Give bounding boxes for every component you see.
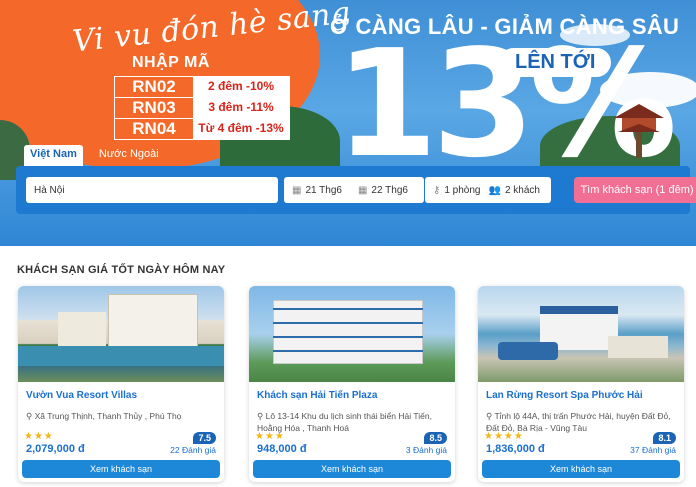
hotel-card[interactable]: Lan Rừng Resort Spa Phước Hải ⚲ Tỉnh lộ … (478, 286, 684, 482)
guests-value: 2 khách (504, 184, 540, 196)
hotel-address: ⚲ Xã Trung Thịnh, Thanh Thủy , Phú Thọ (26, 410, 218, 422)
hotel-photo[interactable] (18, 286, 224, 382)
score-badge: 8.5 (424, 432, 447, 444)
rooms-guests-field[interactable]: ⚷ 1 phòng 👥 2 khách (425, 177, 551, 203)
hotel-address-text: Xã Trung Thịnh, Thanh Thủy , Phú Thọ (34, 411, 182, 421)
view-hotel-button[interactable]: Xem khách sạn (482, 460, 680, 478)
checkin-date: 21 Thg6 (305, 184, 342, 196)
hotel-photo[interactable] (478, 286, 684, 382)
promo-code-heading: NHẬP MÃ (132, 54, 210, 71)
location-pin-icon: ⚲ (26, 411, 35, 421)
hotel-name[interactable]: Khách sạn Hải Tiến Plaza (257, 390, 377, 401)
hotel-card[interactable]: Vườn Vua Resort Villas ⚲ Xã Trung Thịnh,… (18, 286, 224, 482)
hotel-name[interactable]: Lan Rừng Resort Spa Phước Hải (486, 390, 643, 401)
pool (18, 346, 224, 366)
window-row (273, 336, 423, 338)
hotel-address-text: Lô 13-14 Khu du lịch sinh thái biển Hải … (257, 411, 432, 433)
promo-code-row: RN02 2 đêm -10% (114, 76, 290, 98)
star-rating: ★★★ (255, 431, 285, 442)
checkout-date: 22 Thg6 (371, 184, 408, 196)
pagoda-icon (614, 104, 664, 158)
promo-code: RN03 (132, 98, 176, 117)
review-count[interactable]: 3 Đánh giá (406, 445, 447, 455)
guests-icon: 👥 (488, 184, 501, 196)
score-badge: 7.5 (193, 432, 216, 444)
hotel-address: ⚲ Lô 13-14 Khu du lịch sinh thái biển Hả… (257, 410, 449, 434)
date-range-field[interactable]: ▦ 21 Thg6 ▦ 22 Thg6 (284, 177, 424, 203)
hotel-name[interactable]: Vườn Vua Resort Villas (26, 390, 137, 401)
discount-value: 13 (335, 18, 535, 190)
destination-tabs: Việt Nam Nước Ngoài (24, 145, 165, 167)
window-row (273, 322, 423, 324)
destination-value: Hà Nội (34, 184, 65, 196)
star-rating: ★★★★ (484, 431, 524, 442)
upto-badge: LÊN TỚI (499, 48, 612, 77)
calendar-icon: ▦ (292, 184, 302, 196)
hotel-address-text: Tỉnh lộ 44A, thị trấn Phước Hải, huyện Đ… (486, 411, 671, 433)
promo-code: RN04 (132, 119, 176, 138)
destination-field[interactable]: Hà Nội (26, 177, 278, 203)
promo-code-desc: 2 đêm -10% (193, 77, 289, 97)
hotel-card[interactable]: Khách sạn Hải Tiến Plaza ⚲ Lô 13-14 Khu … (249, 286, 455, 482)
hotel-search-bar: Hà Nội ▦ 21 Thg6 ▦ 22 Thg6 ⚷ 1 phòng 👥 2… (16, 166, 696, 214)
hotel-price: 948,000 đ (257, 443, 307, 455)
rooms-value: 1 phòng (444, 184, 481, 196)
promo-code-desc: 3 đêm -11% (193, 98, 289, 118)
tab-foreign[interactable]: Nước Ngoài (93, 145, 165, 167)
window-row (273, 350, 423, 352)
promo-code: RN02 (132, 77, 176, 96)
hotel-photo[interactable] (249, 286, 455, 382)
resort-building (608, 336, 668, 358)
promo-code-desc: Từ 4 đêm -13% (193, 119, 289, 139)
score-badge: 8.1 (653, 432, 676, 444)
star-rating: ★★★ (24, 431, 54, 442)
villa-building (58, 312, 106, 348)
location-pin-icon: ⚲ (257, 411, 266, 421)
calendar-icon: ▦ (357, 184, 368, 196)
promo-banner[interactable]: Vi vu đón hè sang NHẬP MÃ RN02 2 đêm -10… (0, 0, 696, 246)
tab-vietnam[interactable]: Việt Nam (24, 145, 83, 167)
section-title: KHÁCH SẠN GIÁ TỐT NGÀY HÔM NAY (17, 264, 226, 276)
key-icon: ⚷ (433, 184, 441, 196)
search-hotels-button[interactable]: Tìm khách sạn (1 đêm) (574, 177, 696, 203)
hotel-price: 1,836,000 đ (486, 443, 545, 455)
review-count[interactable]: 22 Đánh giá (170, 445, 216, 455)
hotel-price: 2,079,000 đ (26, 443, 85, 455)
view-hotel-button[interactable]: Xem khách sạn (22, 460, 220, 478)
promo-code-row: RN04 Từ 4 đêm -13% (114, 118, 290, 140)
review-count[interactable]: 37 Đánh giá (630, 445, 676, 455)
promo-code-row: RN03 3 đêm -11% (114, 97, 290, 119)
view-hotel-button[interactable]: Xem khách sạn (253, 460, 451, 478)
villa-building (108, 294, 198, 352)
window-row (273, 308, 423, 310)
resort-roof (498, 342, 558, 360)
